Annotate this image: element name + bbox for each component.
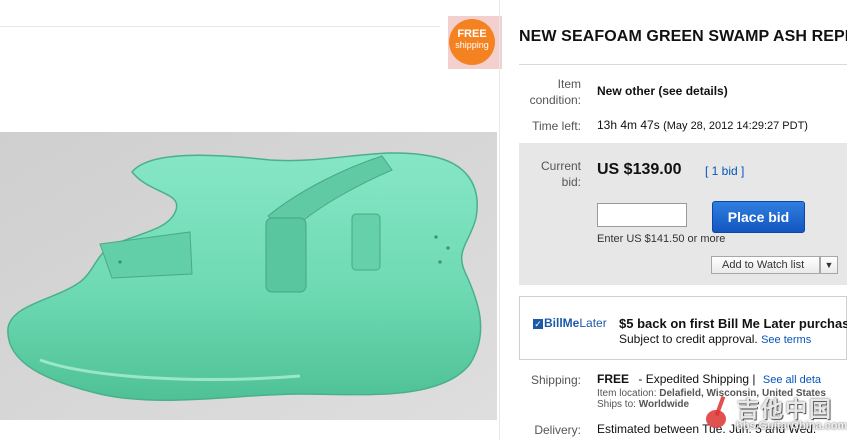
watermark-url: bbs.GuitarChina.com — [736, 420, 847, 432]
ships-to-value: Worldwide — [638, 399, 690, 410]
bml-logo-bill: Bill — [544, 316, 563, 330]
shipping-free: FREE — [597, 372, 630, 386]
item-image-panel: FREE shipping — [0, 0, 502, 440]
listing-title: NEW SEAFOAM GREEN SWAMP ASH REPL — [519, 28, 847, 45]
bid-count-link[interactable]: [ 1 bid ] — [705, 164, 744, 178]
shipping-method: - Expedited Shipping | — [638, 372, 756, 386]
shipping-label: Shipping: — [530, 373, 581, 387]
bml-logo-me: Me — [562, 316, 580, 330]
shipping-value: FREE - Expedited Shipping | See all deta — [597, 372, 821, 386]
badge-line2: shipping — [455, 40, 489, 50]
delivery-label: Delivery: — [534, 423, 581, 437]
free-shipping-badge: FREE shipping — [449, 19, 495, 65]
column-divider — [499, 0, 500, 440]
item-location-label: Item location: — [597, 388, 657, 399]
current-bid-label: Current bid: — [540, 159, 581, 189]
chevron-down-icon[interactable]: ▼ — [820, 256, 838, 274]
add-to-watch-list-button[interactable]: Add to Watch list — [711, 256, 820, 274]
bml-offer: $5 back on first Bill Me Later purchas — [619, 316, 847, 331]
bml-terms-text: Subject to credit approval. See terms — [619, 332, 811, 346]
badge-line1: FREE — [457, 28, 487, 40]
minimum-bid-hint: Enter US $141.50 or more — [597, 233, 726, 245]
see-all-details-link[interactable]: See all deta — [763, 374, 821, 386]
condition-label: Item condition: — [529, 77, 581, 107]
time-left-label: Time left: — [532, 119, 581, 133]
time-left-countdown: 13h 4m 47s — [597, 118, 660, 132]
guitar-body-photo[interactable] — [0, 132, 497, 420]
ebay-listing-page: FREE shipping NEW SEAFOAM GREEN SWAMP AS… — [0, 0, 847, 440]
guitar-body-image — [0, 132, 497, 420]
divider — [0, 26, 440, 27]
check-icon: ✓ — [533, 318, 543, 329]
guitar-watermark-icon — [706, 395, 726, 428]
bml-logo-later: Later — [579, 316, 607, 330]
ships-to-label: Ships to: — [597, 399, 636, 410]
place-bid-button[interactable]: Place bid — [712, 201, 805, 233]
ships-to: Ships to: Worldwide — [597, 399, 689, 410]
time-left-value: 13h 4m 47s (May 28, 2012 14:29:27 PDT) — [597, 118, 808, 132]
bill-me-later-logo: ✓ BillMeLater — [533, 316, 607, 330]
end-time: (May 28, 2012 14:29:27 PDT) — [663, 120, 808, 132]
condition-value[interactable]: New other (see details) — [597, 84, 728, 98]
divider — [519, 64, 847, 65]
bid-amount-input[interactable] — [597, 203, 687, 227]
bml-credit-text: Subject to credit approval. — [619, 332, 758, 346]
see-terms-link[interactable]: See terms — [761, 334, 811, 346]
current-bid-price: US $139.00 — [597, 161, 682, 178]
